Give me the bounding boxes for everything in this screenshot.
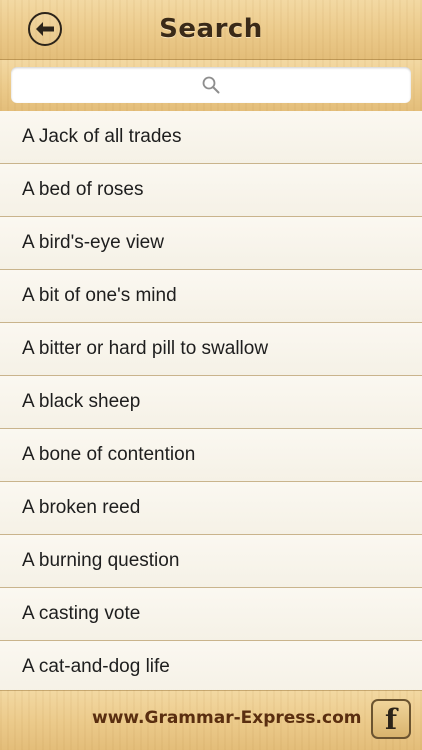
- list-item[interactable]: A bone of contention: [0, 429, 422, 482]
- list-item[interactable]: A bed of roses: [0, 164, 422, 217]
- search-bar: [0, 60, 422, 112]
- list-item-label: A bird's-eye view: [22, 232, 164, 253]
- list-item[interactable]: A black sheep: [0, 376, 422, 429]
- website-link[interactable]: www.Grammar-Express.com: [92, 708, 361, 728]
- list-item[interactable]: A cat-and-dog life: [0, 641, 422, 694]
- list-item-label: A cat-and-dog life: [22, 656, 170, 677]
- list-item-label: A bone of contention: [22, 444, 196, 465]
- list-item[interactable]: A bit of one's mind: [0, 270, 422, 323]
- list-item-label: A Jack of all trades: [22, 126, 182, 147]
- list-item-label: A bitter or hard pill to swallow: [22, 338, 269, 359]
- list-item[interactable]: A bird's-eye view: [0, 217, 422, 270]
- page-title: Search: [159, 14, 263, 44]
- list-item[interactable]: A casting vote: [0, 588, 422, 641]
- list-item-label: A bit of one's mind: [22, 285, 177, 306]
- list-item[interactable]: A bitter or hard pill to swallow: [0, 323, 422, 376]
- phrase-list: A Jack of all trades A bed of roses A bird…: [0, 111, 422, 694]
- list-item-label: A bed of roses: [22, 179, 144, 200]
- list-item[interactable]: A broken reed: [0, 482, 422, 535]
- search-field[interactable]: [11, 67, 411, 105]
- facebook-icon: f: [384, 702, 398, 736]
- footer-bar: www.Grammar-Express.com: [0, 690, 422, 750]
- list-item-label: A broken reed: [22, 497, 141, 518]
- list-item-label: A casting vote: [22, 603, 141, 624]
- list-item[interactable]: A burning question: [0, 535, 422, 588]
- facebook-button[interactable]: f: [371, 699, 411, 739]
- search-input[interactable]: [23, 67, 403, 105]
- header-bar: Search: [0, 0, 422, 60]
- list-item-label: A burning question: [22, 550, 180, 571]
- list-item[interactable]: A Jack of all trades: [0, 111, 422, 164]
- list-item-label: A black sheep: [22, 391, 141, 412]
